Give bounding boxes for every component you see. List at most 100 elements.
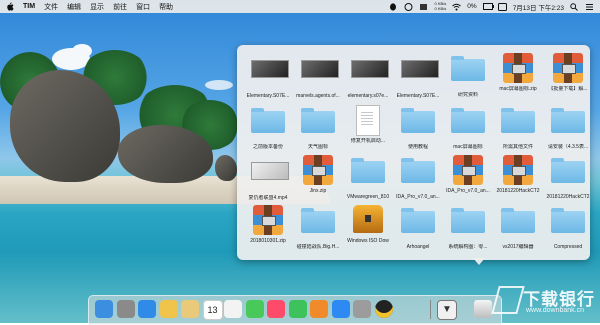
stack-icon[interactable]: ▼ [437, 300, 457, 320]
menu-help[interactable]: 帮助 [159, 2, 173, 12]
stack-item-label: Jinx.zip [309, 188, 327, 194]
stack-item[interactable]: IDA_Pro_v7.0_an... [443, 155, 493, 203]
watermark-logo-icon [491, 286, 525, 314]
stack-item[interactable]: mac屏幕图标 [443, 105, 493, 153]
stack-item[interactable]: 请安装（4.3.5表... [543, 105, 593, 153]
messages-icon[interactable] [245, 300, 264, 318]
stack-item-label: 2018010301.zip [250, 238, 286, 244]
stack-item[interactable]: Elementary.S07E... [393, 53, 443, 101]
stack-item-label: mac屏幕图标.zip [499, 86, 537, 92]
stack-item[interactable]: 之前版本备份 [243, 105, 293, 153]
stack-item-label: Compressed [553, 244, 583, 250]
stack-item-label: 使用教程 [407, 144, 428, 150]
archive-icon [451, 155, 485, 185]
stack-item-label: Windows ISO Dow [347, 238, 389, 244]
notes-icon[interactable] [181, 300, 199, 318]
watermark-url: www.downbank.cn [526, 307, 584, 314]
stack-item[interactable]: 研究资料 [443, 53, 493, 101]
menu-file[interactable]: 文件 [44, 2, 58, 12]
apple-menu-icon[interactable] [6, 2, 14, 11]
trash-icon[interactable] [474, 300, 492, 318]
books-icon[interactable] [310, 300, 328, 318]
stack-item-label: 之前版本备份 [252, 144, 283, 150]
stack-item-label: 系统解构图：零... [448, 244, 488, 250]
qq-status-icon[interactable] [389, 2, 398, 11]
video-thumbnail-dark [351, 60, 389, 90]
video-thumbnail-light [251, 162, 289, 192]
folder-icon [551, 108, 585, 141]
stack-grid: Elementary.S07E... marvels.agents.of... el… [243, 53, 590, 257]
stack-item[interactable]: VMwaregreen_810 [343, 155, 393, 203]
stack-item[interactable]: 复仇者联盟4.mp4 [243, 155, 293, 203]
stack-item[interactable]: 天气图标 [293, 105, 343, 153]
input-method-icon[interactable] [497, 2, 507, 11]
folder-icon [501, 108, 535, 141]
reminders-icon[interactable] [224, 300, 242, 318]
stack-item-label: 碰撞陆战队.Big.H... [296, 244, 340, 250]
chevron-down-icon: ▼ [442, 304, 452, 315]
stack-item-label: 【批量下载】解... [548, 86, 588, 92]
archive-icon [501, 155, 535, 185]
menu-edit[interactable]: 编辑 [67, 2, 81, 12]
folder-icon [451, 108, 485, 141]
battery-icon[interactable] [482, 2, 494, 11]
stack-item[interactable]: vs2017编辑器 [493, 205, 543, 253]
folder-icon [551, 158, 585, 191]
wifi-icon[interactable] [452, 3, 462, 11]
photos-icon[interactable] [159, 300, 178, 318]
facetime-icon[interactable] [288, 300, 307, 318]
stack-item[interactable]: Arhoangel [393, 205, 443, 253]
finder-icon[interactable] [95, 300, 113, 318]
appstore-icon[interactable] [331, 300, 350, 318]
menu-window[interactable]: 窗口 [136, 2, 150, 12]
stack-item[interactable]: marvels.agents.of... [293, 53, 343, 101]
video-thumbnail-dark [301, 60, 339, 90]
stack-item[interactable]: mac屏幕图标.zip [493, 53, 543, 101]
network-speed: 0 KB/s 0 KB/s [434, 1, 447, 11]
stack-item[interactable]: 2018010301.zip [243, 205, 293, 253]
stack-item[interactable]: 【批量下载】解... [543, 53, 593, 101]
stack-item-label: 复仇者联盟4.mp4 [248, 195, 288, 201]
stack-item[interactable]: Jinx.zip [293, 155, 343, 203]
search-icon[interactable] [570, 2, 579, 11]
stack-item[interactable]: elementary.s07e... [343, 53, 393, 101]
mirror-status-icon[interactable] [419, 3, 428, 11]
cloud [205, 80, 233, 90]
stack-item-label: VMwaregreen_810 [346, 194, 390, 200]
menu-view[interactable]: 显示 [90, 2, 104, 12]
stack-item-label: Arhoangel [406, 244, 430, 250]
folder-icon [301, 108, 335, 141]
network-down-speed: 0 KB/s [434, 5, 447, 11]
preferences-icon[interactable] [353, 300, 371, 318]
stack-item[interactable]: 碰撞陆战队.Big.H... [293, 205, 343, 253]
qq-icon[interactable] [374, 300, 393, 318]
menu-app-name[interactable]: TIM [23, 3, 35, 10]
watermark: 下载银行 www.downbank.cn [491, 284, 599, 321]
music-icon[interactable] [267, 300, 285, 318]
stack-item[interactable]: 20181220HackCT2 [543, 155, 593, 203]
chest-icon [351, 205, 385, 235]
folder-icon [401, 108, 435, 141]
safari-icon[interactable] [138, 300, 156, 318]
stack-item[interactable]: 系统解构图：零... [443, 205, 493, 253]
stack-item-label: 20181220HackCT2 [496, 188, 540, 194]
stack-item[interactable]: Elementary.S07E... [243, 53, 293, 101]
launchpad-icon[interactable] [116, 300, 135, 318]
menubar-clock[interactable]: 7月13日 下午2:23 [513, 2, 564, 12]
granite-rock [215, 155, 237, 181]
menu-go[interactable]: 前往 [113, 2, 127, 12]
stack-item[interactable]: 使用教程 [393, 105, 443, 153]
calendar-icon[interactable]: 13 [202, 300, 223, 320]
stack-item-label: marvels.agents.of... [296, 93, 340, 99]
archive-icon [251, 205, 285, 235]
stack-item[interactable]: Compressed [543, 205, 593, 253]
notification-center-icon[interactable] [585, 3, 594, 11]
stack-item[interactable]: 20181220HackCT2 [493, 155, 543, 203]
stack-item[interactable]: 所需其他文件 [493, 105, 543, 153]
stack-item[interactable]: Windows ISO Dow [343, 205, 393, 253]
stack-item-label: IDA_Pro_v7.0_an... [396, 194, 440, 200]
cloud [72, 44, 92, 58]
tim-status-icon[interactable] [404, 2, 413, 11]
stack-item[interactable]: IDA_Pro_v7.0_an... [393, 155, 443, 203]
stack-item[interactable]: 修复开机启动... [343, 105, 393, 153]
